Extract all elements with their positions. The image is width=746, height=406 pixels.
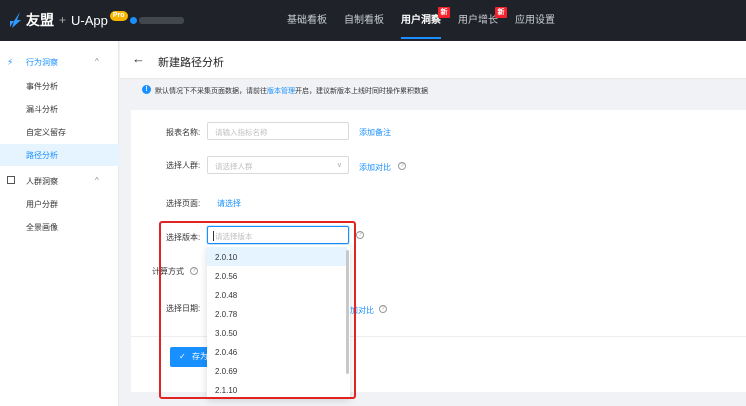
brand-separator: + [59, 13, 67, 27]
version-option-label: 3.0.50 [215, 329, 238, 338]
version-option-label: 2.0.46 [215, 348, 238, 357]
back-arrow-icon[interactable]: ← [132, 51, 145, 66]
version-option[interactable]: 3.0.50 [207, 323, 347, 342]
sidebar-group-label: 行为洞察 [26, 58, 58, 67]
nav-app-settings[interactable]: 应用设置 [515, 0, 555, 41]
app-product-name: U-App [71, 12, 108, 28]
app-selector[interactable] [130, 15, 184, 26]
version-option[interactable]: 2.0.78 [207, 304, 347, 323]
sidebar-group-label: 人群洞察 [26, 177, 58, 186]
sidebar-item-custom-retention[interactable]: 自定义留存 [0, 121, 119, 143]
dropdown-scrollbar[interactable] [346, 250, 349, 374]
version-option[interactable]: 2.0.48 [207, 285, 347, 304]
text-cursor [213, 231, 214, 241]
version-dropdown: 2.0.10 2.0.56 2.0.48 2.0.78 3.0.50 2.0.4… [207, 245, 350, 398]
crowd-icon [7, 176, 17, 186]
help-icon[interactable]: ? [379, 305, 387, 313]
nav-basic-dashboard[interactable]: 基础看板 [287, 0, 327, 41]
app-icon [130, 17, 137, 24]
app-name-redacted [139, 17, 184, 24]
version-option[interactable]: 2.0.69 [207, 361, 347, 380]
select-page-link[interactable]: 请选择 [217, 198, 241, 209]
top-navigation-bar: 友盟 + U-App Pro 基础看板 自制看板 用户洞察 新 用户增长 新 应… [0, 0, 746, 41]
version-option[interactable]: 2.0.56 [207, 266, 347, 285]
help-icon[interactable]: ? [398, 162, 406, 170]
version-option[interactable]: 2.1.10 [207, 380, 347, 398]
version-option-label: 2.0.69 [215, 367, 238, 376]
sidebar-item-label: 用户分群 [26, 200, 58, 209]
help-icon[interactable]: ? [190, 267, 198, 275]
nav-user-insight[interactable]: 用户洞察 [401, 0, 441, 41]
sidebar-group-behavior-insight[interactable]: ⚡ 行为洞察 ^ [0, 51, 119, 73]
sidebar-item-label: 全景画像 [26, 223, 58, 232]
page-title: 新建路径分析 [158, 57, 224, 69]
sidebar-group-crowd-insight[interactable]: 人群洞察 ^ [0, 170, 119, 192]
crowd-placeholder: 请选择人群 [215, 162, 253, 171]
notice-text-after: 开启，建议新版本上线时同时操作累积数据 [295, 88, 428, 95]
page-header: ← 新建路径分析 [120, 41, 746, 79]
sidebar-item-label: 路径分析 [26, 151, 58, 160]
umeng-logo-icon [10, 12, 21, 28]
report-name-placeholder: 请输入指标名称 [215, 128, 268, 137]
save-button-label: 存为 [192, 352, 208, 361]
version-label: 选择版本: [166, 233, 201, 242]
new-badge: 新 [438, 7, 450, 18]
date-label: 选择日期: [166, 304, 201, 313]
sidebar-item-full-profile[interactable]: 全景画像 [0, 216, 119, 238]
version-option[interactable]: 2.0.46 [207, 342, 347, 361]
page-label: 选择页面: [166, 199, 201, 208]
sidebar: ⚡ 行为洞察 ^ 事件分析 漏斗分析 自定义留存 路径分析 人群洞察 ^ 用户分… [0, 41, 119, 406]
notice-text-before: 默认情况下不采集页面数据，请前往 [155, 88, 267, 95]
version-management-link[interactable]: 版本管理 [267, 88, 295, 95]
chevron-up-icon: ^ [95, 176, 99, 185]
add-note-link[interactable]: 添加备注 [359, 127, 391, 138]
calc-method-label: 计算方式 [152, 267, 184, 276]
info-icon: ! [142, 85, 151, 94]
version-option-label: 2.0.56 [215, 272, 238, 281]
crowd-select[interactable]: 请选择人群 ∨ [207, 156, 349, 174]
brand-logo[interactable]: 友盟 + U-App Pro [8, 9, 128, 31]
crowd-label: 选择人群: [166, 161, 201, 170]
sidebar-item-event-analysis[interactable]: 事件分析 [0, 75, 119, 97]
version-option-label: 2.0.10 [215, 253, 238, 262]
version-option[interactable]: 2.0.10 [207, 247, 347, 266]
brand-name: 友盟 [26, 12, 54, 28]
add-compare-link[interactable]: 添加对比 [359, 162, 391, 173]
chevron-up-icon: ^ [95, 57, 99, 66]
sidebar-item-label: 事件分析 [26, 82, 58, 91]
version-placeholder: 请选择版本 [215, 232, 253, 241]
sidebar-item-funnel-analysis[interactable]: 漏斗分析 [0, 98, 119, 120]
chevron-down-icon: ∨ [336, 162, 342, 169]
version-option-label: 2.1.10 [215, 386, 238, 395]
nav-user-growth[interactable]: 用户增长 [458, 0, 498, 41]
version-option-label: 2.0.78 [215, 310, 238, 319]
behavior-icon: ⚡ [7, 57, 14, 67]
sidebar-item-label: 漏斗分析 [26, 105, 58, 114]
info-notice: ! 默认情况下不采集页面数据，请前往版本管理开启，建议新版本上线时同时操作累积数… [120, 79, 746, 101]
help-icon[interactable]: ? [356, 231, 364, 239]
sidebar-item-path-analysis[interactable]: 路径分析 [0, 144, 119, 166]
version-select-input[interactable]: 请选择版本 [207, 226, 349, 244]
notice-text: 默认情况下不采集页面数据，请前往版本管理开启，建议新版本上线时同时操作累积数据 [155, 86, 428, 96]
date-add-compare-link[interactable]: 加对比 [350, 305, 374, 316]
report-name-input[interactable]: 请输入指标名称 [207, 122, 349, 140]
nav-custom-dashboard[interactable]: 自制看板 [344, 0, 384, 41]
pro-badge: Pro [109, 11, 128, 21]
save-button[interactable]: ✓ 存为 [170, 347, 210, 367]
check-icon: ✓ [179, 352, 186, 361]
report-name-label: 报表名称: [166, 128, 201, 137]
version-option-label: 2.0.48 [215, 291, 238, 300]
sidebar-item-label: 自定义留存 [26, 128, 66, 137]
new-badge: 新 [495, 7, 507, 18]
sidebar-item-user-segment[interactable]: 用户分群 [0, 193, 119, 215]
